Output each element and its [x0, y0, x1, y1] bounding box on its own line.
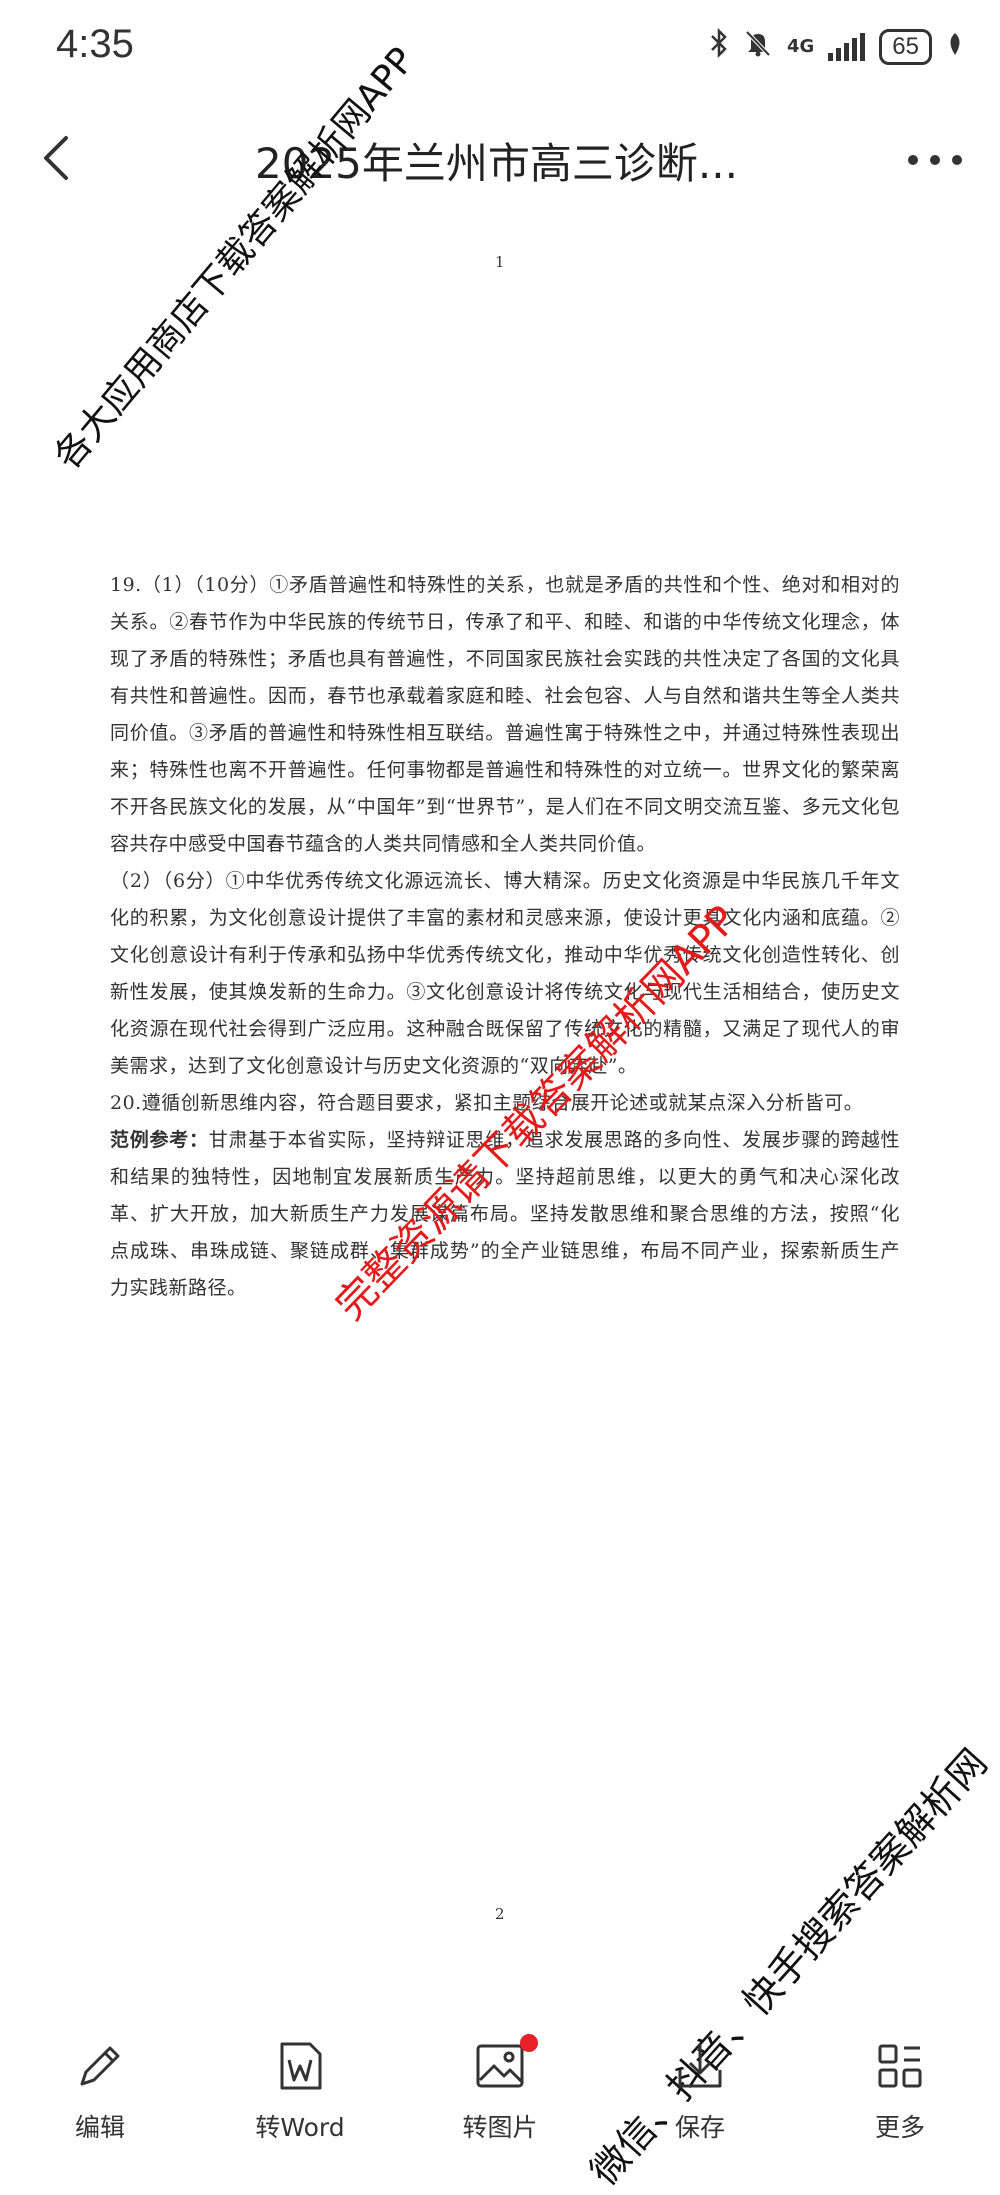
- question-19-part-2: （2）（6分）①中华优秀传统文化源远流长、博大精深。历史文化资源是中华民族几千年…: [110, 870, 900, 1077]
- question-19-part-1: 19.（1）（10分）①矛盾普遍性和特殊性的关系，也就是矛盾的共性和个性、绝对和…: [110, 574, 900, 855]
- download-icon: [678, 2044, 722, 2088]
- status-icons: 4G 65: [709, 27, 964, 65]
- back-arrow-icon: [44, 136, 68, 180]
- edit-button[interactable]: 编辑: [30, 2038, 170, 2144]
- more-options-button[interactable]: [900, 140, 970, 180]
- signal-icon: [828, 32, 866, 61]
- more-label: 更多: [874, 2113, 925, 2142]
- page-number: 2: [495, 1905, 505, 1923]
- edit-label: 编辑: [74, 2113, 125, 2142]
- network-type: 4G: [786, 35, 815, 57]
- leaf-icon: [946, 31, 964, 63]
- back-button[interactable]: [30, 128, 90, 188]
- grid-icon: [878, 2044, 922, 2088]
- more-dots-icon: [908, 155, 962, 165]
- notification-dot: [520, 2034, 538, 2052]
- image-icon: [476, 2044, 524, 2088]
- to-image-label: 转图片: [462, 2113, 538, 2142]
- more-button[interactable]: 更多: [830, 2038, 970, 2144]
- app-header: 2025年兰州市高三诊断...: [0, 110, 1000, 210]
- to-word-button[interactable]: 转Word: [230, 2038, 370, 2144]
- page-number: 1: [495, 253, 505, 271]
- status-bar: 4:35 4G 65: [0, 0, 1000, 100]
- battery-level: 65: [879, 28, 932, 65]
- save-button[interactable]: 保存: [630, 2038, 770, 2144]
- example-label: 范例参考：: [110, 1129, 209, 1151]
- bluetooth-icon: [709, 27, 729, 65]
- bottom-toolbar: 编辑 转Word 转图片 保存 更多: [0, 2030, 1000, 2167]
- bell-muted-icon: [743, 28, 773, 65]
- save-label: 保存: [674, 2113, 725, 2142]
- word-doc-icon: [280, 2042, 322, 2090]
- to-image-button[interactable]: 转图片: [430, 2034, 570, 2144]
- to-word-label: 转Word: [255, 2113, 345, 2142]
- answer-content: 19.（1）（10分）①矛盾普遍性和特殊性的关系，也就是矛盾的共性和个性、绝对和…: [110, 567, 900, 1307]
- status-time: 4:35: [56, 22, 134, 66]
- pencil-icon: [80, 2046, 120, 2086]
